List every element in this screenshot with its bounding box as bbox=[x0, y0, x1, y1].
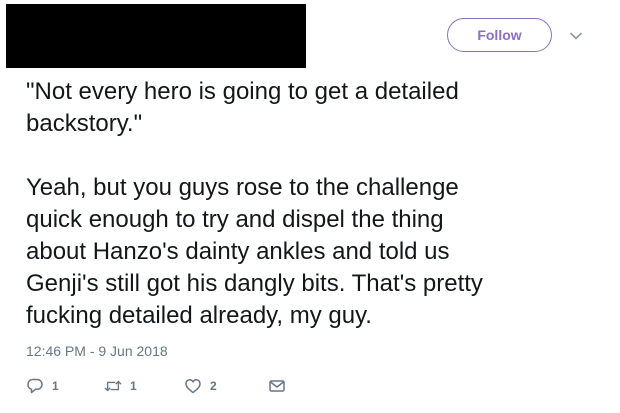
more-options-caret[interactable] bbox=[568, 28, 584, 44]
follow-button[interactable]: Follow bbox=[447, 18, 552, 52]
tweet-quote-paragraph: "Not every hero is going to get a detail… bbox=[26, 78, 459, 137]
tweet-body-paragraph: Yeah, but you guys rose to the challenge… bbox=[26, 174, 483, 329]
chevron-down-icon bbox=[570, 32, 582, 40]
direct-message-button[interactable] bbox=[268, 376, 288, 396]
tweet-text: "Not every hero is going to get a detail… bbox=[26, 76, 606, 332]
tweet-actions: 1 1 2 bbox=[26, 374, 288, 398]
retweet-icon bbox=[104, 377, 122, 395]
envelope-icon bbox=[268, 377, 286, 395]
tweet-timestamp[interactable]: 12:46 PM - 9 Jun 2018 bbox=[26, 343, 168, 359]
reply-button[interactable]: 1 bbox=[26, 376, 104, 396]
retweet-count: 1 bbox=[130, 379, 137, 393]
like-count: 2 bbox=[210, 379, 217, 393]
retweet-button[interactable]: 1 bbox=[104, 376, 184, 396]
like-button[interactable]: 2 bbox=[184, 376, 268, 396]
heart-icon bbox=[184, 377, 202, 395]
redacted-user-info bbox=[6, 4, 306, 68]
reply-count: 1 bbox=[52, 379, 59, 393]
reply-icon bbox=[26, 377, 44, 395]
